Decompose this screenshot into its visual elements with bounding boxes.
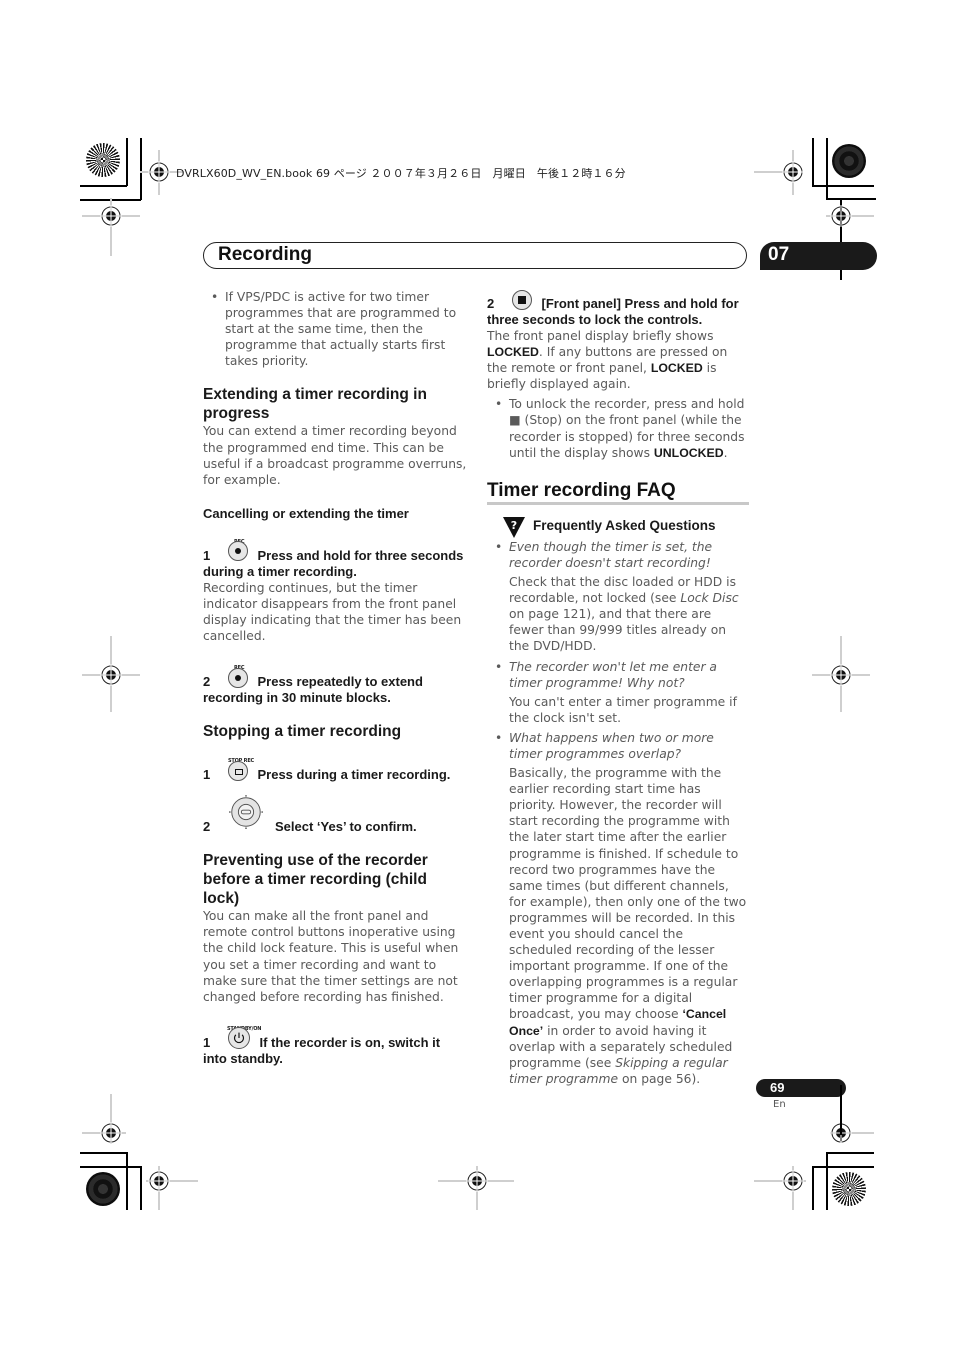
display-message-unlocked: UNLOCKED: [653, 445, 724, 460]
registration-mark-icon: [782, 161, 804, 183]
registration-mark-icon: [830, 205, 852, 227]
bullet-icon: •: [495, 659, 503, 674]
faq-badge: ? Frequently Asked Questions: [487, 516, 749, 539]
step-number: 2: [487, 296, 495, 311]
section-heading-child-lock: Preventing use of the recorder before a …: [203, 852, 428, 908]
registration-mark-icon: [466, 1170, 488, 1192]
list-item: • If VPS/PDC is active for two timer pro…: [211, 290, 457, 369]
faq-question: What happens when two or more timer prog…: [509, 730, 714, 761]
step-note: Recording continues, but the timer indic…: [203, 580, 462, 644]
rec-button-icon: [227, 541, 248, 562]
page-number: 69: [770, 1080, 785, 1095]
chapter-title-bar: Recording: [203, 242, 747, 269]
registration-mark-icon: [830, 664, 852, 686]
standby-button-icon: [227, 1027, 250, 1050]
display-message-locked: LOCKED: [487, 345, 539, 360]
registration-mark-icon: [100, 1122, 122, 1144]
stop-rec-button-icon: [227, 760, 248, 781]
registration-mark-icon: [100, 205, 122, 227]
display-message-locked: LOCKED: [650, 361, 703, 376]
right-column: 2 [Front panel] Press and hold for three…: [487, 289, 749, 1087]
step-number: 2: [203, 819, 211, 835]
section-heading-stopping: Stopping a timer recording: [203, 723, 402, 741]
faq-item: • What happens when two or more timer pr…: [487, 730, 749, 1087]
print-file-header: DVRLX60D_WV_EN.book 69 ページ ２００７年３月２６日 月曜…: [176, 167, 626, 180]
faq-question: The recorder won't let me enter a timer …: [509, 659, 717, 690]
chapter-number-tab: 07: [760, 242, 877, 270]
language-code: En: [773, 1099, 786, 1110]
step-item: STANDBY/ON 1 If the recorder is on, swit…: [203, 1026, 467, 1067]
step-number: 1: [203, 547, 211, 563]
faq-item: • The recorder won't let me enter a time…: [487, 659, 749, 726]
chapter-number: 07: [768, 244, 790, 265]
section-body: You can make all the front panel and rem…: [203, 909, 459, 1004]
section-body: You can extend a timer recording beyond …: [203, 424, 467, 487]
section-divider: [487, 501, 749, 505]
faq-answer: Basically, the programme with the earlie…: [509, 766, 747, 1086]
step-number: 1: [203, 1034, 211, 1050]
step-item: REC 2 Press repeatedly to extend recordi…: [203, 665, 467, 706]
faq-badge-label: Frequently Asked Questions: [533, 517, 716, 533]
registration-mark-icon: [100, 664, 122, 686]
list-item: • To unlock the recorder, press and hold…: [495, 397, 745, 460]
stop-button-icon: [511, 289, 532, 310]
step-text: Press during a timer recording.: [257, 767, 451, 783]
registration-mark-icon: [148, 161, 170, 183]
svg-text:?: ?: [511, 519, 517, 532]
faq-question: Even though the timer is set, the record…: [509, 539, 713, 570]
bullet-icon: •: [211, 290, 219, 304]
step-item: 2 Select ‘Yes’ to confirm.: [203, 793, 467, 835]
step-item: 2 [Front panel] Press and hold for three…: [487, 289, 749, 461]
direction-pad-icon: [229, 795, 263, 830]
color-bar-starburst-icon: [86, 143, 120, 177]
registration-mark-icon: [148, 1170, 170, 1192]
color-bar-starburst-icon: [832, 1172, 866, 1206]
step-number: 1: [203, 767, 211, 783]
faq-answer: Check that the disc loaded or HDD is rec…: [509, 575, 739, 654]
cross-reference: Lock Disc: [680, 591, 739, 606]
bullet-icon: •: [495, 539, 503, 554]
registration-mark-icon: [782, 1170, 804, 1192]
color-bar-dark-icon: [86, 1172, 120, 1206]
chapter-title: Recording: [218, 244, 312, 265]
page-number-tab: 69: [756, 1079, 846, 1097]
section-heading-extending: Extending a timer recording in progress: [203, 386, 427, 423]
faq-item: • Even though the timer is set, the reco…: [487, 539, 749, 655]
left-column: • If VPS/PDC is active for two timer pro…: [203, 289, 467, 1067]
section-heading-faq: Timer recording FAQ: [487, 479, 676, 501]
rec-button-icon: [227, 667, 248, 688]
step-number: 2: [203, 674, 211, 690]
bullet-icon: •: [495, 730, 503, 745]
subsection-heading: Cancelling or extending the timer: [203, 505, 409, 521]
bullet-icon: •: [495, 397, 503, 412]
color-bar-dark-icon: [832, 144, 866, 178]
question-mark-icon: ?: [503, 516, 525, 538]
step-text: Select ‘Yes’ to confirm.: [275, 819, 417, 835]
step-item: STOP REC 1 Press during a timer recordin…: [203, 758, 467, 783]
faq-answer: You can't enter a timer programme if the…: [509, 694, 737, 725]
step-note: The front panel display briefly shows LO…: [487, 329, 728, 392]
step-item: REC 1 Press and hold for three seconds d…: [203, 539, 467, 644]
